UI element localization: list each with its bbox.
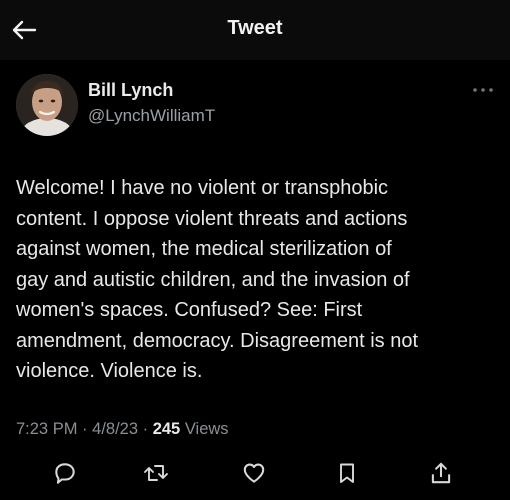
tweet-time[interactable]: 7:23 PM (16, 420, 77, 438)
tweet-text: Welcome! I have no violent or transphobi… (16, 177, 419, 382)
share-button[interactable] (423, 455, 459, 491)
reply-button[interactable] (47, 455, 83, 491)
author-name[interactable]: Bill Lynch (88, 80, 173, 101)
share-icon (431, 462, 451, 484)
action-bar (0, 455, 510, 491)
views-label: Views (184, 420, 229, 438)
avatar[interactable] (16, 74, 78, 136)
bookmark-icon (340, 463, 354, 483)
heart-icon (243, 463, 265, 483)
reply-icon (55, 463, 75, 484)
bookmark-button[interactable] (329, 455, 365, 491)
retweet-button[interactable] (138, 455, 174, 491)
views-count: 245 (152, 420, 181, 438)
meta-separator: · (142, 420, 149, 438)
top-bar: Tweet (0, 0, 510, 60)
avatar-image (16, 74, 78, 136)
more-horizontal-icon (473, 88, 493, 92)
meta-separator: · (82, 420, 88, 438)
more-options-button[interactable] (470, 82, 496, 98)
page-title: Tweet (227, 17, 283, 39)
author-handle[interactable]: @LynchWilliamT (88, 106, 215, 126)
tweet-date[interactable]: 4/8/23 (92, 420, 138, 438)
like-button[interactable] (236, 455, 272, 491)
retweet-icon (144, 465, 168, 481)
tweet-meta: 7:23 PM · 4/8/23 · 245 Views (16, 420, 229, 439)
